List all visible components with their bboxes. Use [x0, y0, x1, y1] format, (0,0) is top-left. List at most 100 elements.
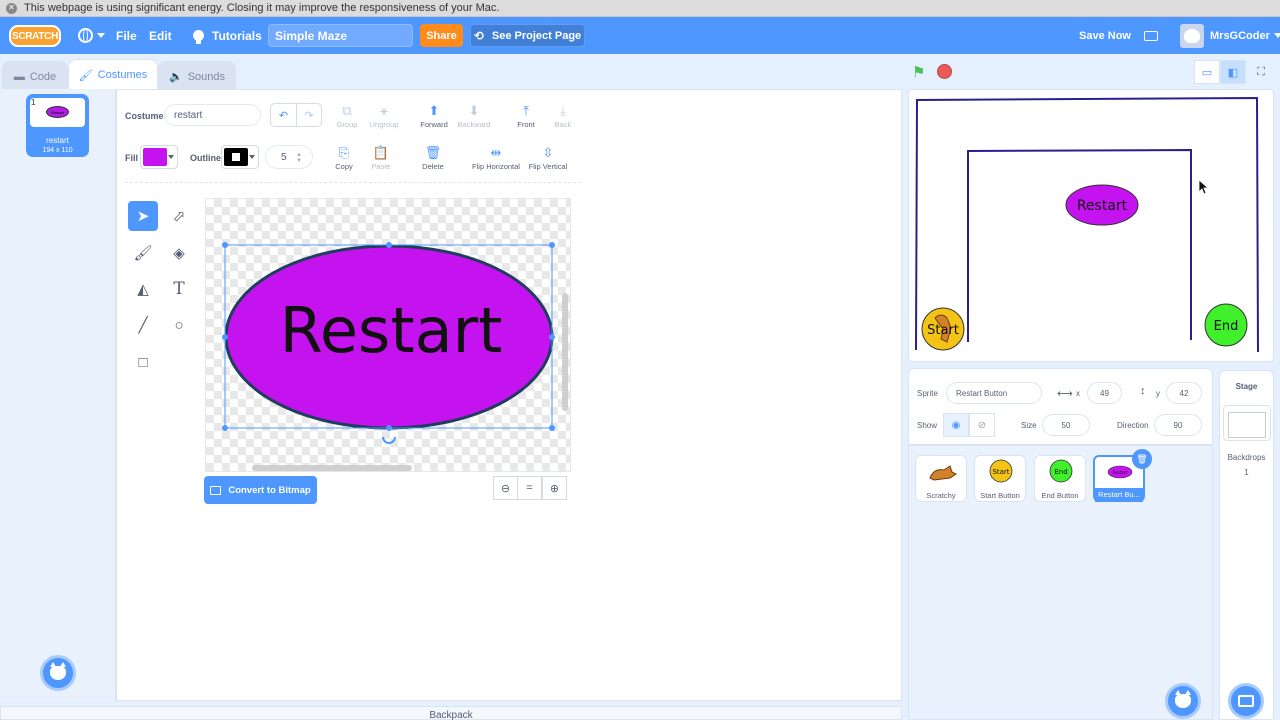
size-input[interactable]: 50	[1042, 414, 1090, 436]
edit-menu[interactable]: Edit	[149, 17, 172, 54]
costume-name-input[interactable]: restart	[164, 104, 261, 126]
costume-thumbnail-shape: Restart	[46, 106, 69, 118]
my-stuff-button[interactable]	[1144, 17, 1158, 54]
tutorials-button[interactable]: Tutorials	[193, 17, 262, 54]
add-backdrop-button[interactable]	[1228, 683, 1264, 719]
resize-handle[interactable]	[549, 425, 555, 431]
reshape-tool[interactable]: ⬀	[164, 201, 194, 231]
backpack-bar[interactable]: Backpack	[0, 706, 902, 720]
reshape-icon: ⬀	[172, 208, 186, 225]
language-menu[interactable]	[78, 17, 105, 54]
tab-costumes[interactable]: 🖌 Costumes	[68, 59, 158, 90]
globe-icon	[78, 28, 93, 43]
circle-tool[interactable]: ○	[164, 310, 194, 340]
paste-label: Paste	[371, 162, 391, 171]
image-plus-icon	[1238, 695, 1254, 707]
redo-button[interactable]: ↷	[296, 104, 321, 126]
fill-color-picker[interactable]	[140, 145, 178, 169]
tab-code[interactable]: ▬ Code	[2, 61, 68, 91]
resize-handle[interactable]	[386, 425, 392, 431]
paste-button[interactable]: 📋 Paste	[356, 144, 406, 171]
stepper-icon[interactable]: ▲ ▼	[296, 152, 302, 164]
stage-thumbnail[interactable]	[1223, 405, 1271, 441]
resize-handle[interactable]	[549, 334, 555, 340]
brush-tool[interactable]: 🖌	[128, 238, 158, 268]
zoom-out-button[interactable]: ⊖	[493, 476, 518, 500]
tab-sounds[interactable]: 🔈 Sounds	[158, 61, 236, 91]
flip-vertical-button[interactable]: ⇳ Flip Vertical	[523, 144, 573, 171]
chevron-down-icon	[97, 33, 105, 38]
stop-icon[interactable]	[937, 64, 952, 79]
green-flag-icon[interactable]: ⚑	[912, 63, 925, 81]
small-stage-button[interactable]: ▭	[1194, 60, 1220, 84]
text-tool[interactable]: T	[164, 274, 194, 304]
eraser-tool[interactable]: ◈	[164, 238, 194, 268]
hide-sprite-button[interactable]: ⊘	[969, 413, 995, 437]
resize-handle[interactable]	[386, 242, 392, 248]
sprite-tile-end-button[interactable]: End End Button	[1034, 455, 1086, 502]
sprite-tile-start-button[interactable]: Start Start Button	[974, 455, 1026, 502]
save-now-button[interactable]: Save Now	[1079, 17, 1131, 54]
paint-canvas[interactable]: Restart	[205, 198, 571, 472]
eye-icon: ◉	[951, 419, 961, 431]
outline-width-input[interactable]: 5 ▲ ▼	[265, 145, 313, 169]
fullscreen-button[interactable]: ⛶	[1248, 60, 1274, 84]
vertical-arrows-icon: ↕	[1140, 385, 1146, 397]
ungroup-button[interactable]: ⚹ Ungroup	[359, 102, 409, 129]
stage-selector[interactable]: Stage Backdrops 1	[1219, 370, 1274, 720]
back-icon: ⤓	[560, 103, 566, 118]
chevron-down-icon	[168, 155, 174, 159]
resize-handle[interactable]	[549, 242, 555, 248]
flip-horizontal-button[interactable]: ⇹ Flip Horizontal	[466, 144, 526, 171]
outline-color-picker[interactable]	[221, 145, 259, 169]
chevron-down-icon	[1273, 33, 1280, 38]
canvas-vertical-scrollbar[interactable]	[562, 293, 568, 411]
close-icon[interactable]: ✕	[6, 2, 17, 14]
project-title-input[interactable]: Simple Maze	[268, 24, 413, 47]
zoom-reset-button[interactable]: =	[517, 476, 542, 500]
add-costume-button[interactable]	[40, 655, 76, 691]
costume-thumbnail-text: Restart	[51, 109, 64, 115]
chevron-down-icon	[249, 155, 255, 159]
resize-handle[interactable]	[222, 242, 228, 248]
back-button[interactable]: ⤓ Back	[538, 102, 588, 129]
rectangle-tool[interactable]: □	[128, 347, 158, 377]
account-menu[interactable]: MrsGCoder	[1180, 17, 1280, 54]
see-project-page-button[interactable]: ⟲ See Project Page	[470, 24, 585, 47]
backward-button[interactable]: ⬇ Backward	[449, 102, 499, 129]
file-menu[interactable]: File	[116, 17, 137, 54]
show-sprite-button[interactable]: ◉	[943, 413, 969, 437]
direction-input[interactable]: 90	[1154, 414, 1202, 436]
paste-icon: 📋	[372, 145, 390, 160]
costume-item[interactable]: 1 Restart restart 194 x 110	[26, 94, 89, 157]
scratch-logo[interactable]: SCRATCH	[9, 25, 61, 47]
add-sprite-button[interactable]	[1165, 683, 1201, 719]
zoom-out-icon: ⊖	[500, 482, 511, 495]
see-project-page-label: See Project Page	[491, 29, 582, 42]
sprite-name-input[interactable]: Restart Button	[946, 382, 1042, 404]
resize-handle[interactable]	[222, 334, 228, 340]
line-tool[interactable]: ╱	[128, 310, 158, 340]
fill-tool[interactable]: ◭	[128, 274, 158, 304]
normal-stage-button[interactable]: ◧	[1220, 60, 1246, 84]
y-position-input[interactable]: 42	[1166, 382, 1202, 404]
zoom-in-button[interactable]: ⊕	[542, 476, 567, 500]
restart-canvas-text[interactable]: Restart	[280, 294, 503, 367]
share-button[interactable]: Share	[420, 24, 463, 47]
size-label: Size	[1021, 421, 1037, 430]
resize-handle[interactable]	[222, 425, 228, 431]
sprite-tile-scratchy[interactable]: Scratchy	[915, 455, 967, 502]
undo-button[interactable]: ↶	[271, 104, 296, 126]
x-position-input[interactable]: 49	[1087, 382, 1122, 404]
stage-canvas[interactable]: Restart Start End	[908, 89, 1274, 362]
arrow-pointer-icon: ➤	[136, 208, 150, 225]
backward-icon: ⬇	[468, 103, 480, 118]
rotate-handle[interactable]	[382, 436, 396, 444]
canvas-horizontal-scrollbar[interactable]	[252, 465, 412, 471]
backdrops-label: Backdrops	[1227, 453, 1266, 462]
delete-button[interactable]: 🗑 Delete	[408, 144, 458, 171]
select-tool[interactable]: ➤	[128, 201, 158, 231]
username: MrsGCoder	[1210, 29, 1270, 42]
convert-to-bitmap-button[interactable]: Convert to Bitmap	[204, 476, 317, 504]
delete-sprite-button[interactable]: 🗑	[1132, 449, 1152, 469]
